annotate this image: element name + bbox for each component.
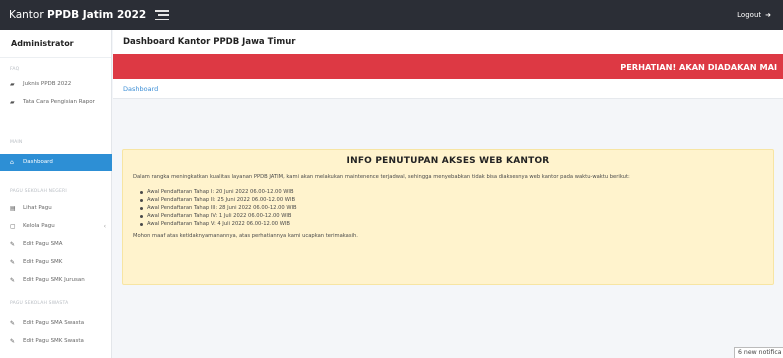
sidebar-item-label: Tata Cara Pengisian Rapor (23, 99, 95, 105)
page-title: Dashboard Kantor PPDB Jawa Timur (113, 30, 783, 54)
brand-bold: PPDB Jatim 2022 (47, 9, 147, 21)
book-icon: ▰ (10, 81, 15, 88)
list-item: Awal Pendaftaran Tahap III: 28 Juni 2022… (140, 204, 763, 212)
pencil-icon: ✎ (10, 241, 16, 248)
pencil-icon: ✎ (10, 259, 16, 266)
info-closing: Mohon maaf atas ketidaknyamanannya, atas… (133, 233, 358, 239)
sidebar-item-edit-pagu-smk-jurusan[interactable]: ✎ Edit Pagu SMK Jurusan (0, 277, 112, 285)
sidebar-item-edit-pagu-smk[interactable]: ✎ Edit Pagu SMK (0, 259, 112, 267)
sidebar-heading-pagu-swasta: PAGU SEKOLAH SWASTA (10, 301, 69, 306)
chevron-left-icon: ‹ (103, 223, 106, 230)
sign-out-icon: ➜ (765, 11, 771, 19)
top-navbar: Kantor PPDB Jatim 2022 Logout ➜ (0, 0, 783, 30)
sidebar-toggle-icon[interactable] (155, 10, 170, 20)
pencil-icon: ✎ (10, 338, 16, 345)
maintenance-marquee: PERHATIAN! AKAN DIADAKAN MAI (113, 54, 783, 79)
sidebar-item-edit-pagu-smk-swasta[interactable]: ✎ Edit Pagu SMK Swasta (0, 338, 112, 346)
sidebar-heading-faq: FAQ (10, 67, 20, 72)
book-icon: ▰ (10, 99, 15, 106)
sidebar-item-tata-cara[interactable]: ▰ Tata Cara Pengisian Rapor (0, 99, 112, 107)
sidebar-heading-pagu-negeri: PAGU SEKOLAH NEGERI (10, 189, 67, 194)
info-intro: Dalam rangka meningkatkan kualitas layan… (133, 174, 630, 180)
brand[interactable]: Kantor PPDB Jatim 2022 (0, 9, 146, 21)
brand-prefix: Kantor (9, 9, 44, 21)
schedule-list: Awal Pendaftaran Tahap I: 20 Juni 2022 0… (140, 188, 763, 228)
list-item: Awal Pendaftaran Tahap I: 20 Juni 2022 0… (140, 188, 763, 196)
sidebar-item-lihat-pagu[interactable]: ▤ Lihat Pagu (0, 205, 112, 213)
notification-toast[interactable]: 6 new notifica (734, 347, 783, 358)
sidebar-item-label: Kelola Pagu (23, 223, 55, 229)
sidebar-item-dashboard[interactable]: ⌂ Dashboard (0, 154, 112, 171)
list-item: Awal Pendaftaran Tahap IV: 1 Juli 2022 0… (140, 212, 763, 220)
sidebar-item-label: Dashboard (23, 158, 53, 165)
logout-label: Logout (737, 11, 762, 19)
home-icon: ⌂ (10, 158, 14, 166)
sidebar-item-label: Lihat Pagu (23, 205, 52, 211)
sidebar-item-edit-pagu-sma[interactable]: ✎ Edit Pagu SMA (0, 241, 112, 249)
pencil-icon: ✎ (10, 277, 16, 284)
logout-button[interactable]: Logout ➜ (737, 11, 771, 19)
sidebar: Administrator FAQ ▰ Juknis PPDB 2022 ▰ T… (0, 30, 112, 358)
sidebar-item-label: Edit Pagu SMK (23, 259, 63, 265)
breadcrumb-dashboard-link[interactable]: Dashboard (123, 85, 158, 93)
info-title: INFO PENUTUPAN AKSES WEB KANTOR (346, 156, 550, 166)
sidebar-item-label: Edit Pagu SMK Swasta (23, 338, 84, 344)
sidebar-heading-main: MAIN (10, 140, 23, 145)
sidebar-item-label: Edit Pagu SMA Swasta (23, 320, 85, 326)
list-item: Awal Pendaftaran Tahap II: 25 Juni 2022 … (140, 196, 763, 204)
sidebar-item-label: Juknis PPDB 2022 (23, 81, 72, 87)
sidebar-item-juknis[interactable]: ▰ Juknis PPDB 2022 (0, 81, 112, 89)
pencil-icon: ✎ (10, 320, 16, 327)
main-content: Dashboard Kantor PPDB Jawa Timur PERHATI… (113, 30, 783, 358)
sidebar-item-label: Edit Pagu SMK Jurusan (23, 277, 85, 283)
sidebar-item-edit-pagu-sma-swasta[interactable]: ✎ Edit Pagu SMA Swasta (0, 320, 112, 328)
breadcrumb: Dashboard (113, 79, 783, 99)
sidebar-user-name: Administrator (0, 30, 111, 58)
calendar-icon: ▢ (10, 223, 16, 230)
sidebar-item-kelola-pagu[interactable]: ▢ Kelola Pagu ‹ (0, 223, 112, 231)
table-icon: ▤ (10, 205, 16, 212)
list-item: Awal Pendaftaran Tahap V: 4 Juli 2022 06… (140, 220, 763, 228)
sidebar-item-label: Edit Pagu SMA (23, 241, 63, 247)
info-card: INFO PENUTUPAN AKSES WEB KANTOR Dalam ra… (122, 149, 774, 285)
